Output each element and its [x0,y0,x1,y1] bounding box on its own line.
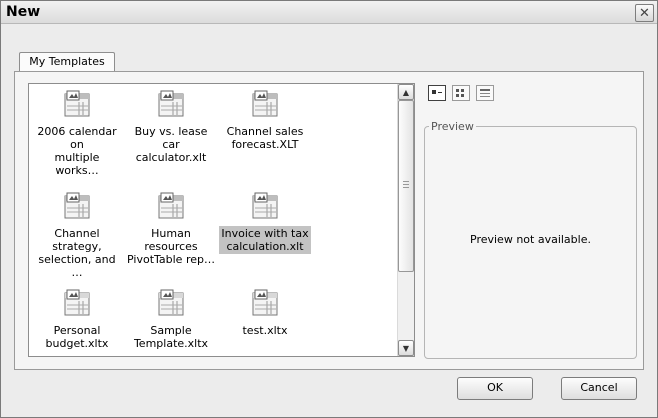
xlt-template-icon [64,192,90,219]
xlt-template-icon [158,90,184,117]
template-label: Channel strategy, selection, and … [38,227,116,279]
close-icon: ✕ [639,5,650,21]
xlt-template-icon [64,90,90,117]
template-label: test.xltx [242,324,288,337]
template-item[interactable]: Channel strategy, selection, and … [31,190,123,280]
template-label: Personal budget.xltx [45,324,109,350]
grip-icon [403,181,409,188]
list-view-button[interactable] [452,85,470,101]
chevron-up-icon: ▲ [402,87,410,97]
template-label: 2006 calendar on multiple works… [37,125,117,177]
template-item[interactable]: Sample Template.xltx [125,287,217,351]
template-label: Channel sales forecast.XLT [226,125,304,151]
cancel-button[interactable]: Cancel [561,377,637,400]
template-item[interactable]: test.xltx [219,287,311,338]
scroll-down-button[interactable]: ▼ [398,340,414,356]
template-label: Invoice with tax calculation.xlt [219,226,311,254]
xltx-template-icon [252,289,278,316]
title-bar: New ✕ [1,1,657,24]
template-item[interactable]: Channel sales forecast.XLT [219,88,311,152]
xltx-template-icon [158,289,184,316]
template-list[interactable]: 2006 calendar on multiple works… Buy vs. … [28,83,415,357]
template-item[interactable]: 2006 calendar on multiple works… [31,88,123,178]
large-icons-view-icon [432,90,442,94]
template-item[interactable]: Personal budget.xltx [31,287,123,351]
vertical-scrollbar[interactable]: ▲ ▼ [397,84,414,356]
details-view-icon [480,89,490,97]
xlt-template-icon [252,90,278,117]
close-button[interactable]: ✕ [635,4,654,22]
tab-my-templates[interactable]: My Templates [19,52,115,73]
template-label: Sample Template.xltx [133,324,209,350]
large-icons-view-button[interactable] [428,85,446,101]
xltx-template-icon [64,289,90,316]
template-label: Human resources PivotTable rep… [127,227,215,266]
chevron-down-icon: ▼ [402,343,410,353]
template-item[interactable]: Buy vs. lease car calculator.xlt [125,88,217,165]
preview-message: Preview not available. [470,233,591,246]
details-view-button[interactable] [476,85,494,101]
ok-button[interactable]: OK [457,377,533,400]
preview-legend: Preview [429,120,476,133]
dialog-title: New [6,4,41,20]
template-item[interactable]: Human resources PivotTable rep… [125,190,217,267]
xlt-template-icon [252,192,278,219]
list-view-icon [456,89,464,97]
xlt-template-icon [158,192,184,219]
template-label: Buy vs. lease car calculator.xlt [134,125,208,164]
template-item[interactable]: Invoice with tax calculation.xlt [219,190,311,254]
scroll-thumb[interactable] [398,100,414,272]
scroll-up-button[interactable]: ▲ [398,84,414,100]
